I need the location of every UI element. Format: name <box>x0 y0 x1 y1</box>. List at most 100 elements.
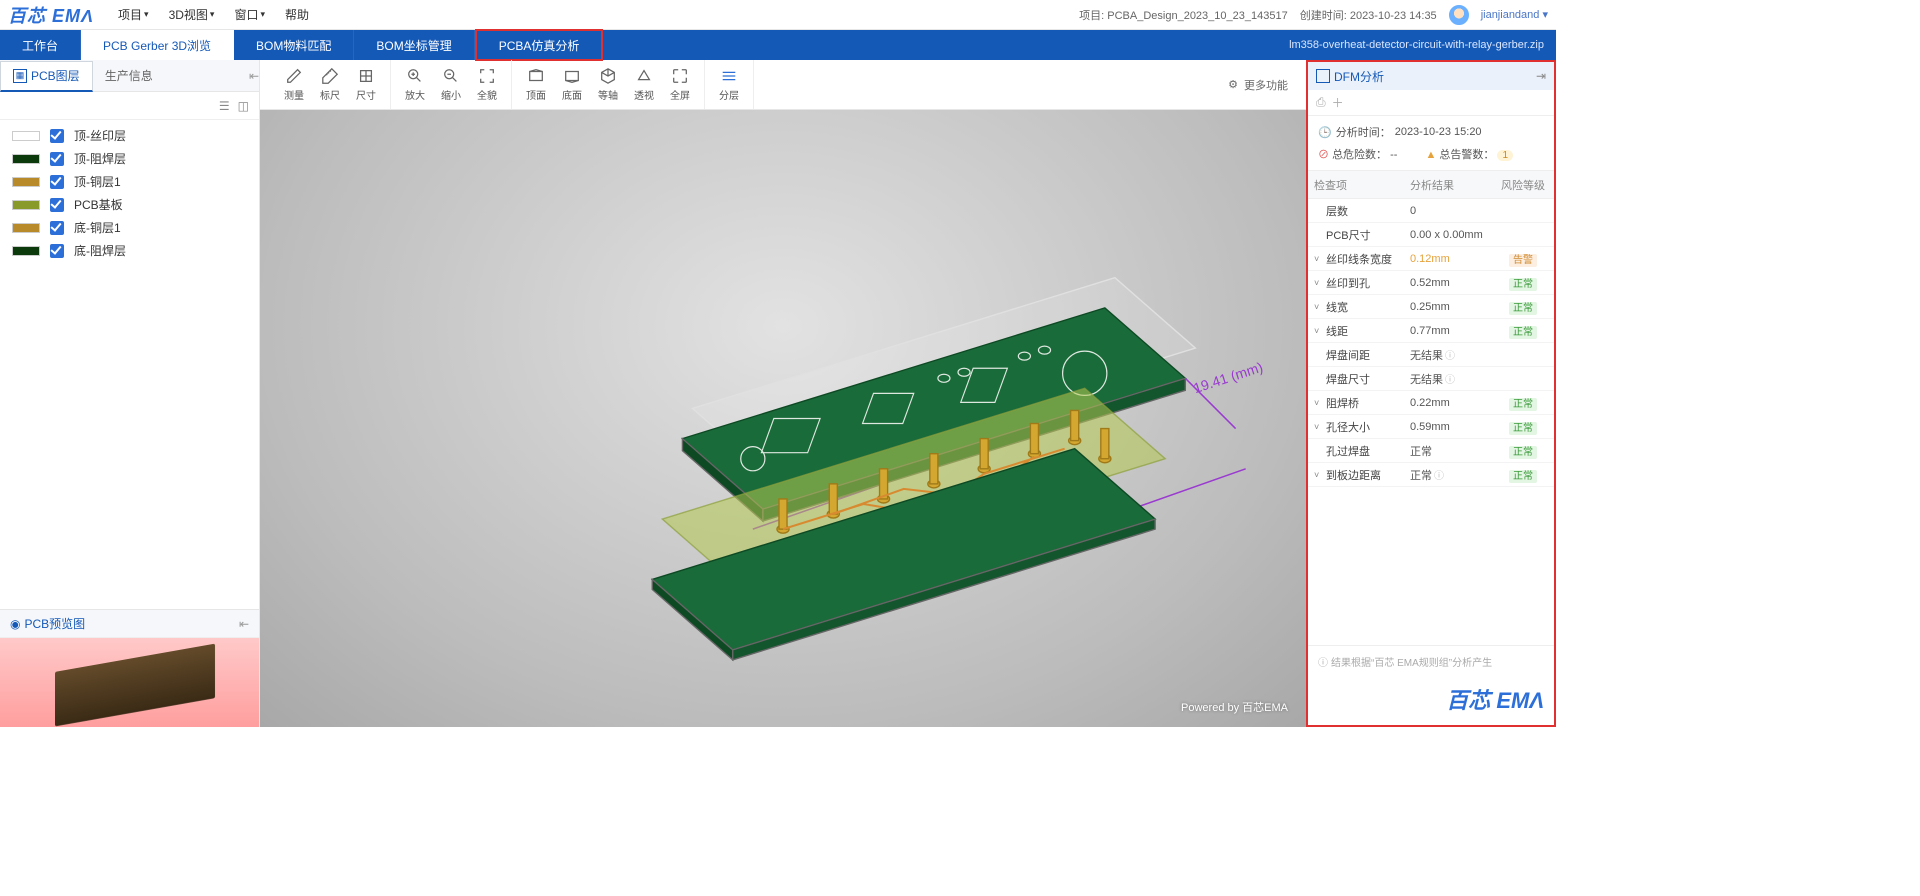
workspace-tabs: 工作台 PCB Gerber 3D浏览 BOM物料匹配 BOM坐标管理 PCBA… <box>0 30 1556 60</box>
tool-fit[interactable]: 全貌 <box>469 67 505 102</box>
tool-explode[interactable]: 分层 <box>711 67 747 102</box>
dfm-row[interactable]: 孔过焊盘 正常 正常 <box>1308 439 1554 463</box>
layer-label: 顶-阻焊层 <box>74 150 126 167</box>
layer-row[interactable]: 底-阻焊层 <box>0 239 259 262</box>
col-check: 检查项 <box>1308 177 1404 193</box>
menu-3dview[interactable]: 3D视图▾ <box>159 0 225 29</box>
dfm-row[interactable]: 焊盘间距 无结果ⓘ <box>1308 343 1554 367</box>
project-label: 项目: PCBA_Design_2023_10_23_143517 <box>1079 7 1288 23</box>
layer-checkbox[interactable] <box>50 175 64 189</box>
collapse-icon[interactable]: ⇤ <box>239 617 249 631</box>
cube-icon[interactable]: ◫ <box>238 99 249 113</box>
tab-pcba-sim[interactable]: PCBA仿真分析 <box>475 29 604 61</box>
tool-iso[interactable]: 等轴 <box>590 67 626 102</box>
preview-panel: ◉ PCB预览图 ⇤ <box>0 609 259 727</box>
dfm-panel: DFM分析 ⇥ ⎙ ＋ 🕒分析时间：2023-10-23 15:20 ⊘ 总危险… <box>1306 60 1556 727</box>
dfm-icon <box>1316 69 1330 83</box>
dfm-row[interactable]: ˅丝印到孔 0.52mm 正常 <box>1308 271 1554 295</box>
menu-project[interactable]: 项目▾ <box>108 0 159 29</box>
tool-label: 顶面 <box>526 87 546 102</box>
dfm-row[interactable]: ˅线距 0.77mm 正常 <box>1308 319 1554 343</box>
layer-row[interactable]: PCB基板 <box>0 193 259 216</box>
dfm-row[interactable]: ˅丝印线条宽度 0.12mm 告警 <box>1308 247 1554 271</box>
collapse-icon[interactable]: ⇤ <box>249 69 259 83</box>
caret-icon: ▾ <box>260 9 265 20</box>
tool-measure[interactable]: 测量 <box>276 67 312 102</box>
preview-viewport[interactable] <box>0 638 259 727</box>
layer-checkbox[interactable] <box>50 221 64 235</box>
layers-icon: ▦ <box>13 69 27 83</box>
layer-swatch <box>12 154 40 164</box>
add-icon[interactable]: ＋ <box>1332 94 1344 111</box>
layer-checkbox[interactable] <box>50 152 64 166</box>
tab-workbench[interactable]: 工作台 <box>0 30 81 60</box>
collapse-icon[interactable]: ⇥ <box>1536 69 1546 83</box>
tool-label: 缩小 <box>441 87 461 102</box>
layer-row[interactable]: 底-铜层1 <box>0 216 259 239</box>
layer-swatch <box>12 131 40 141</box>
menu-window[interactable]: 窗口▾ <box>224 0 275 29</box>
svg-text:19.41 (mm): 19.41 (mm) <box>1191 359 1264 396</box>
pcb-3d-render: 19.41 (mm) <box>260 110 1306 727</box>
ruler-icon <box>321 67 339 85</box>
layer-row[interactable]: 顶-铜层1 <box>0 170 259 193</box>
dfm-row[interactable]: ˅线宽 0.25mm 正常 <box>1308 295 1554 319</box>
panel-tab-layers[interactable]: ▦PCB图层 <box>0 61 93 92</box>
created-label: 创建时间: 2023-10-23 14:35 <box>1300 7 1437 23</box>
tool-ruler[interactable]: 标尺 <box>312 67 348 102</box>
chevron-icon: ˅ <box>1314 278 1324 288</box>
dfm-row[interactable]: 焊盘尺寸 无结果ⓘ <box>1308 367 1554 391</box>
layer-list: 顶-丝印层 顶-阻焊层 顶-铜层1 PCB基板 底-铜层1 底-阻焊层 <box>0 120 259 609</box>
layer-row[interactable]: 顶-丝印层 <box>0 124 259 147</box>
layer-swatch <box>12 223 40 233</box>
layer-label: 底-阻焊层 <box>74 242 126 259</box>
list-icon[interactable]: ☰ <box>219 99 230 113</box>
user-name[interactable]: jianjiandand ▾ <box>1481 8 1548 21</box>
tool-bottom[interactable]: 底面 <box>554 67 590 102</box>
tool-full[interactable]: 全屏 <box>662 67 698 102</box>
layer-label: 底-铜层1 <box>74 219 121 236</box>
clock-icon: 🕒 <box>1318 126 1332 139</box>
dfm-row[interactable]: ˅阻焊桥 0.22mm 正常 <box>1308 391 1554 415</box>
more-label[interactable]: 更多功能 <box>1244 77 1288 93</box>
col-result: 分析结果 <box>1404 177 1492 193</box>
tool-zoom-in[interactable]: 放大 <box>397 67 433 102</box>
tool-size[interactable]: 尺寸 <box>348 67 384 102</box>
layer-checkbox[interactable] <box>50 244 64 258</box>
chevron-icon: ˅ <box>1314 326 1324 336</box>
tool-label: 等轴 <box>598 87 618 102</box>
menu-help[interactable]: 帮助 <box>275 0 319 29</box>
caret-icon: ▾ <box>144 9 149 20</box>
dfm-row[interactable]: ˅到板边距离 正常ⓘ 正常 <box>1308 463 1554 487</box>
snapshot-icon[interactable]: ⎙ <box>1316 95 1326 110</box>
3d-viewport[interactable]: 19.41 (mm) <box>260 110 1306 727</box>
avatar[interactable] <box>1449 5 1469 25</box>
panel-tab-prodinfo[interactable]: 生产信息 <box>93 60 165 91</box>
tool-persp[interactable]: 透视 <box>626 67 662 102</box>
tool-label: 测量 <box>284 87 304 102</box>
layer-swatch <box>12 177 40 187</box>
risk-icon: ⊘ <box>1318 149 1329 161</box>
tool-top[interactable]: 顶面 <box>518 67 554 102</box>
tab-gerber-3d[interactable]: PCB Gerber 3D浏览 <box>81 30 234 60</box>
chevron-icon: ˅ <box>1314 302 1324 312</box>
info-icon: ⓘ <box>1445 375 1455 386</box>
tab-bom-coord[interactable]: BOM坐标管理 <box>354 30 474 60</box>
settings-icon[interactable]: ⚙ <box>1228 78 1238 91</box>
layer-row[interactable]: 顶-阻焊层 <box>0 147 259 170</box>
dfm-row[interactable]: 层数 0 <box>1308 199 1554 223</box>
top-icon <box>527 67 545 85</box>
fit-icon <box>478 67 496 85</box>
iso-icon <box>599 67 617 85</box>
bottom-icon <box>563 67 581 85</box>
layer-checkbox[interactable] <box>50 198 64 212</box>
layer-label: PCB基板 <box>74 196 123 213</box>
dfm-row[interactable]: ˅孔径大小 0.59mm 正常 <box>1308 415 1554 439</box>
tool-zoom-out[interactable]: 缩小 <box>433 67 469 102</box>
layer-checkbox[interactable] <box>50 129 64 143</box>
chevron-icon: ˅ <box>1314 470 1324 480</box>
app-logo: 百芯 EMΛ <box>8 2 94 28</box>
dfm-row[interactable]: PCB尺寸 0.00 x 0.00mm <box>1308 223 1554 247</box>
tab-bom-match[interactable]: BOM物料匹配 <box>234 30 354 60</box>
tool-label: 分层 <box>719 87 739 102</box>
